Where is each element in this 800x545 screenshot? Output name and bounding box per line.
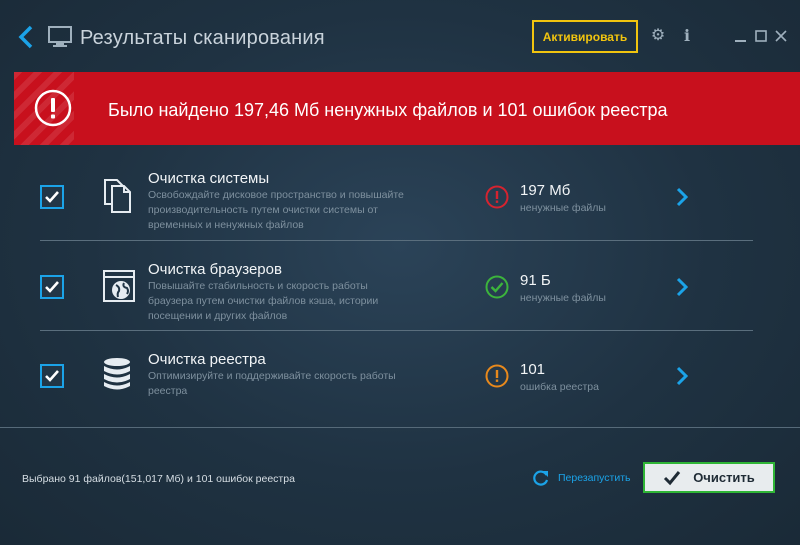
alert-icon (34, 89, 72, 127)
chevron-right-icon[interactable] (676, 366, 688, 386)
item-description: Освобождайте дисковое пространство и пов… (148, 189, 404, 231)
item-title: Очистка реестра (148, 351, 266, 368)
restart-label: Перезапустить (558, 472, 631, 484)
gear-icon: ⚙ (650, 27, 666, 44)
monitor-icon (48, 26, 72, 47)
database-icon (104, 358, 130, 390)
page-title: Результаты сканирования (80, 27, 325, 49)
item-value-label: ненужные файлы (520, 202, 606, 214)
clean-button[interactable]: Очистить (643, 462, 775, 493)
footer-divider (0, 427, 800, 428)
warning-status-icon (485, 364, 509, 388)
error-status-icon (485, 185, 509, 209)
item-value-label: ненужные файлы (520, 292, 606, 304)
chevron-left-icon (18, 25, 33, 49)
close-button[interactable] (771, 26, 791, 52)
item-description: Оптимизируйте и поддерживайте скорость р… (148, 370, 396, 397)
banner-message: Было найдено 197,46 Мб ненужных файлов и… (108, 100, 668, 120)
checkbox-browser-cleanup[interactable] (40, 275, 64, 299)
checkmark-icon (45, 370, 59, 382)
clean-label: Очистить (693, 470, 755, 485)
checkbox-registry-cleanup[interactable] (40, 364, 64, 388)
chevron-right-icon[interactable] (676, 277, 688, 297)
item-description: Повышайте стабильность и скорость работы… (148, 280, 379, 322)
item-value: 101 (520, 361, 546, 378)
title-bar: Результаты сканирования Активировать ⚙ i (0, 0, 800, 72)
item-title: Очистка браузеров (148, 261, 282, 278)
info-icon: i (683, 26, 691, 45)
item-title: Очистка системы (148, 170, 270, 187)
item-value: 91 Б (520, 272, 551, 289)
close-icon (775, 30, 787, 42)
refresh-icon (533, 470, 549, 486)
selection-summary: Выбрано 91 файлов(151,017 Мб) и 101 ошиб… (22, 473, 295, 485)
ok-status-icon (485, 275, 509, 299)
list-item-browser-cleanup[interactable]: Очистка браузеров Повышайте стабильность… (0, 241, 800, 333)
minimize-icon (735, 40, 746, 42)
back-button[interactable] (14, 24, 40, 50)
browser-globe-icon (103, 270, 135, 302)
list-item-registry-cleanup[interactable]: Очистка реестра Оптимизируйте и поддержи… (0, 331, 800, 423)
checkmark-icon (664, 470, 681, 485)
chevron-right-icon[interactable] (676, 187, 688, 207)
info-button[interactable]: i (677, 26, 697, 46)
list-item-system-cleanup[interactable]: Очистка системы Освобождайте дисковое пр… (0, 148, 800, 240)
restart-button[interactable]: Перезапустить (532, 469, 631, 487)
files-icon (104, 179, 131, 213)
checkbox-system-cleanup[interactable] (40, 185, 64, 209)
item-value: 197 Мб (520, 182, 571, 199)
maximize-icon (755, 30, 767, 42)
checkmark-icon (45, 281, 59, 293)
checkmark-icon (45, 191, 59, 203)
minimize-button[interactable] (731, 26, 751, 52)
settings-button[interactable]: ⚙ (648, 26, 668, 46)
scan-result-banner: Было найдено 197,46 Мб ненужных файлов и… (14, 72, 800, 145)
activate-button[interactable]: Активировать (532, 20, 638, 53)
item-value-label: ошибка реестра (520, 381, 599, 393)
maximize-button[interactable] (751, 26, 771, 52)
